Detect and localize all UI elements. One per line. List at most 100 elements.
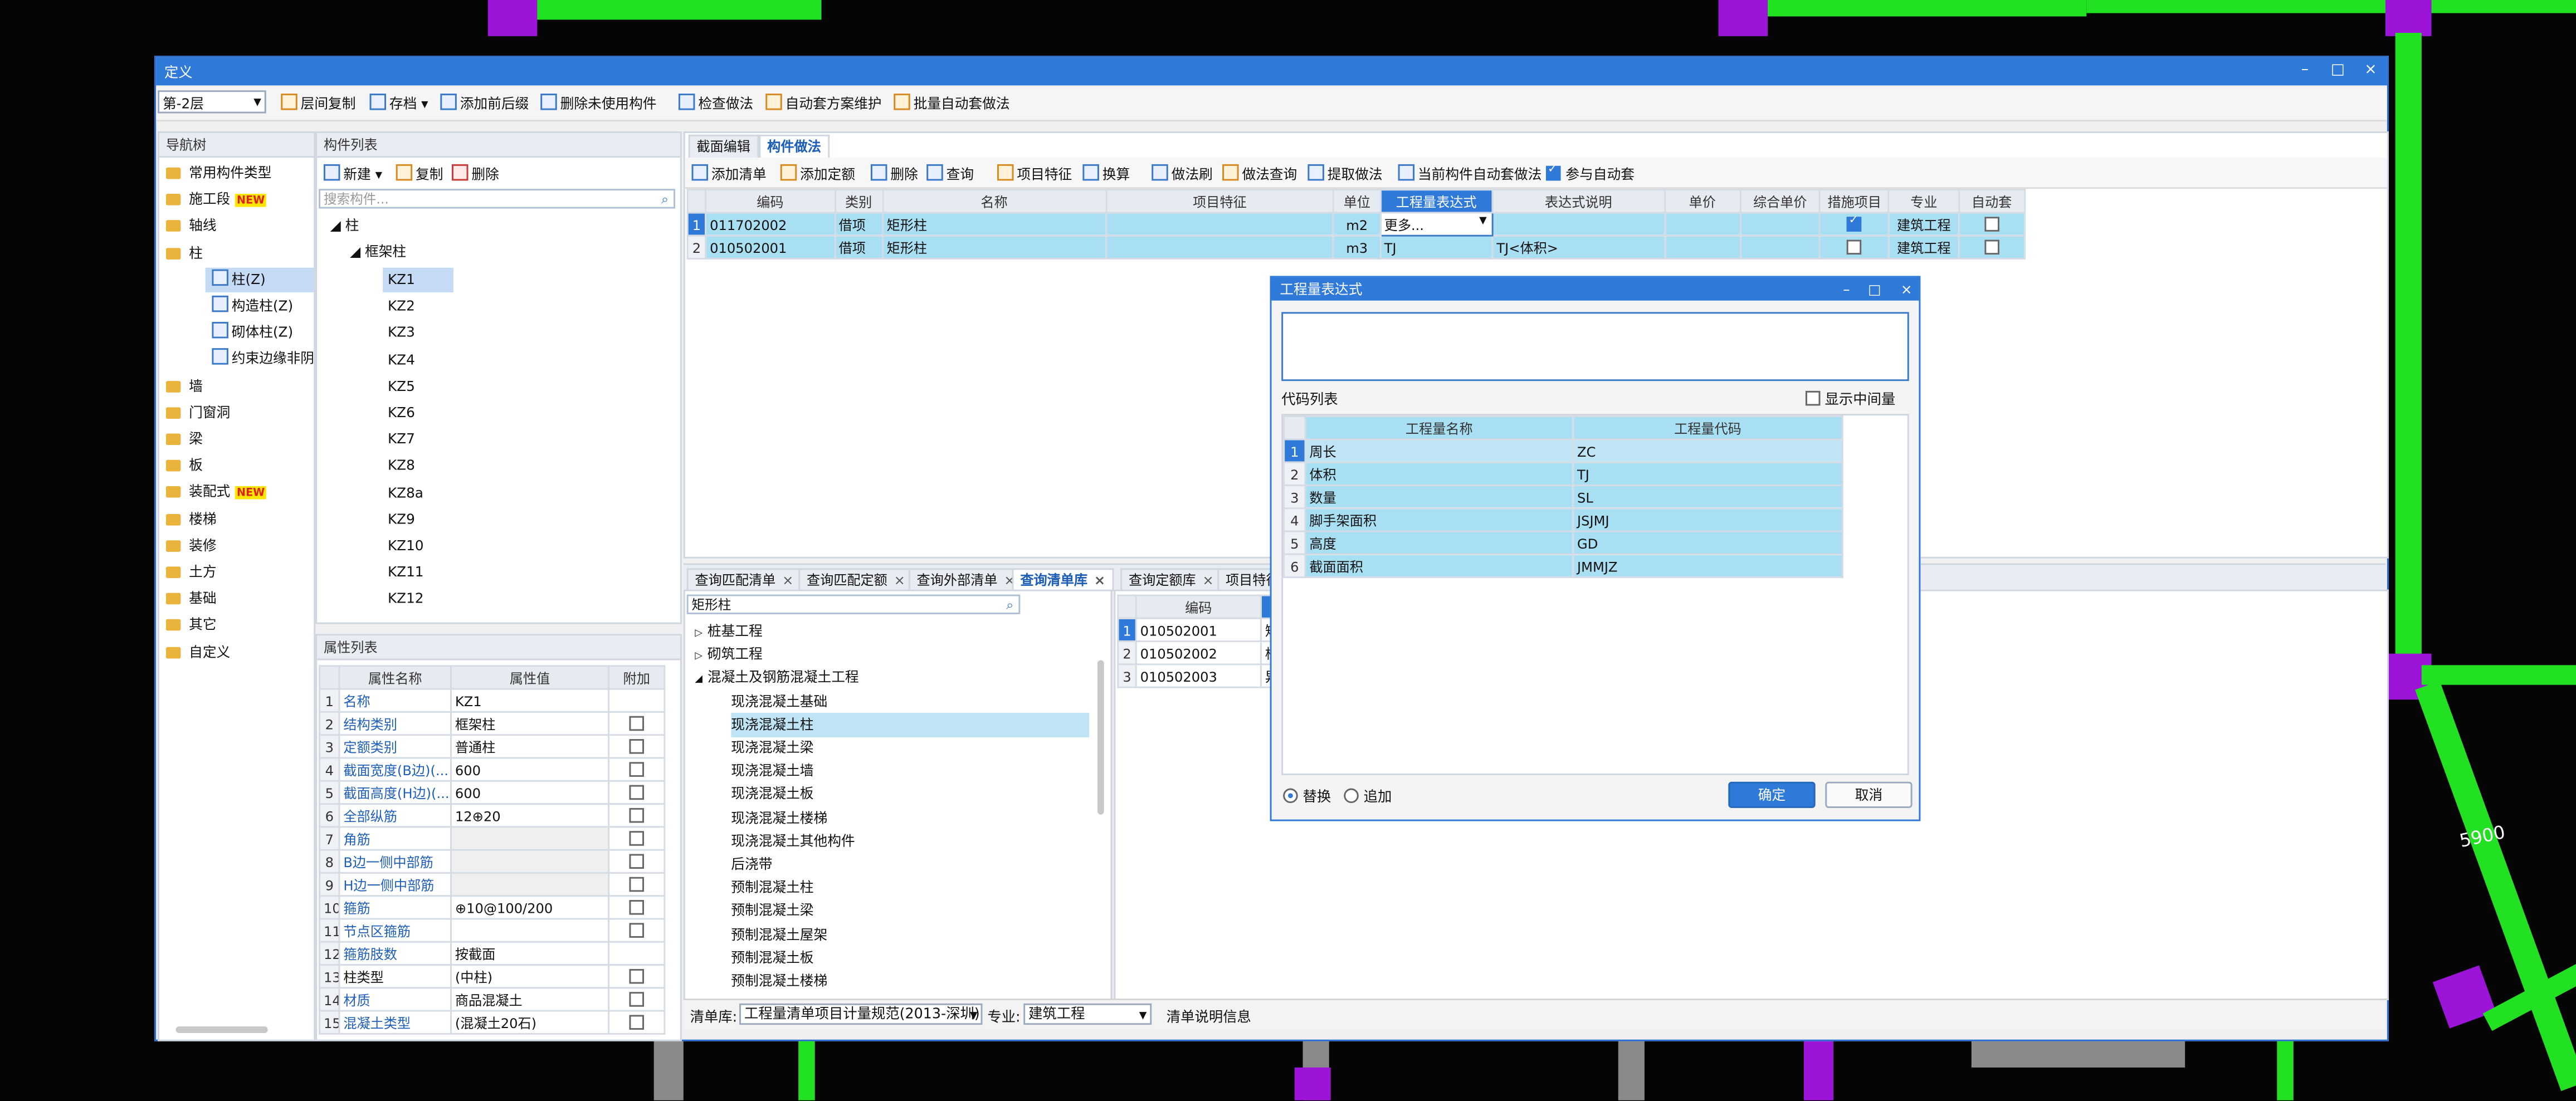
quantity-name[interactable]: 脚手架面积 bbox=[1304, 507, 1574, 532]
quantity-code-row[interactable]: 5 高度 GD bbox=[1283, 530, 1843, 555]
delete-component-button[interactable]: 删除 bbox=[451, 164, 499, 184]
nav-item[interactable]: 约束边缘非阴 bbox=[159, 347, 314, 371]
code-row[interactable]: 1010502001矩 bbox=[1117, 617, 1275, 643]
query-tree-item[interactable]: 现浇混凝土梁 bbox=[731, 736, 813, 760]
quantity-code-row[interactable]: 1 周长 ZC bbox=[1283, 438, 1843, 463]
method-toolbar-button[interactable]: 做法查询 bbox=[1222, 164, 1297, 184]
attach-checkbox[interactable] bbox=[629, 1014, 645, 1029]
method-toolbar-button[interactable]: 项目特征 bbox=[997, 164, 1072, 184]
cell-cprice[interactable] bbox=[1739, 234, 1821, 260]
expression-input[interactable] bbox=[1281, 312, 1909, 381]
cell-expr[interactable]: TJ bbox=[1379, 234, 1494, 260]
dialog-close-button[interactable]: × bbox=[1901, 277, 1913, 300]
cell-auto[interactable] bbox=[1958, 234, 2026, 260]
property-row[interactable]: 6 全部纵筋 12⊕20 bbox=[319, 803, 666, 828]
batch-auto-button[interactable]: 批量自动套做法 bbox=[894, 94, 1010, 113]
tree-root-column[interactable]: ◢ 柱 bbox=[330, 213, 359, 238]
method-row[interactable]: 1011702002借项矩形柱 m2更多... ▼ 建筑工程 bbox=[686, 212, 2026, 237]
cell-desc[interactable] bbox=[1491, 212, 1666, 237]
minimize-button[interactable]: – bbox=[2295, 61, 2315, 80]
method-toolbar-button[interactable]: 参与自动套 bbox=[1546, 163, 1635, 184]
vertical-scrollbar[interactable] bbox=[1097, 660, 1104, 815]
cell-name[interactable]: 矩形柱 bbox=[881, 234, 1107, 260]
query-search-input[interactable]: 矩形柱 ⌕ bbox=[686, 594, 1021, 614]
attach-checkbox[interactable] bbox=[629, 899, 645, 914]
nav-item[interactable]: 墙 bbox=[159, 374, 203, 398]
append-radio[interactable]: 追加 bbox=[1344, 787, 1392, 806]
component-item[interactable]: KZ3 bbox=[383, 321, 453, 345]
property-value[interactable] bbox=[450, 918, 610, 943]
maximize-button[interactable]: □ bbox=[2328, 61, 2348, 80]
property-row[interactable]: 4 截面宽度(B边)(... 600 bbox=[319, 757, 666, 782]
property-row[interactable]: 12 箍筋肢数 按截面 bbox=[319, 941, 666, 966]
property-row[interactable]: 9 H边一侧中部筋 bbox=[319, 872, 666, 897]
attach-checkbox[interactable] bbox=[629, 968, 645, 983]
code-cell[interactable]: 010502002 bbox=[1135, 640, 1262, 666]
nav-item[interactable]: 装修 bbox=[159, 534, 217, 558]
close-tab-icon[interactable]: × bbox=[1094, 571, 1105, 588]
query-tree-item[interactable]: 现浇混凝土基础 bbox=[731, 689, 827, 713]
component-item[interactable]: KZ5 bbox=[383, 374, 453, 399]
quantity-name[interactable]: 体积 bbox=[1304, 461, 1574, 486]
property-value[interactable] bbox=[450, 849, 610, 874]
component-item[interactable]: KZ4 bbox=[383, 348, 453, 372]
component-item[interactable]: KZ8 bbox=[383, 454, 453, 478]
attach-checkbox[interactable] bbox=[629, 830, 645, 845]
close-button[interactable]: × bbox=[2361, 61, 2380, 80]
component-search-input[interactable]: 搜索构件... ⌕ bbox=[319, 189, 676, 209]
nav-item[interactable]: 柱(Z) bbox=[205, 267, 314, 292]
query-tree-item[interactable]: ▷ 桩基工程 bbox=[695, 619, 762, 644]
copy-component-button[interactable]: 复制 bbox=[396, 164, 443, 184]
nav-item[interactable]: 柱 bbox=[159, 241, 203, 265]
cell-feat[interactable] bbox=[1105, 234, 1335, 260]
measure-checkbox[interactable] bbox=[1847, 214, 1862, 231]
nav-item[interactable]: 装配式 NEW bbox=[159, 480, 267, 505]
method-toolbar-button[interactable]: 当前构件自动套做法 bbox=[1398, 164, 1541, 184]
property-value[interactable]: KZ1 bbox=[450, 688, 610, 713]
nav-item[interactable]: 构造柱(Z) bbox=[159, 294, 293, 319]
major-select[interactable]: 建筑工程 ▼ bbox=[1023, 1003, 1152, 1025]
property-value[interactable]: 600 bbox=[450, 757, 610, 782]
component-item[interactable]: KZ10 bbox=[383, 534, 453, 558]
query-tree-item[interactable]: 预制混凝土楼梯 bbox=[731, 969, 827, 994]
attach-checkbox[interactable] bbox=[629, 876, 645, 891]
query-tree-item[interactable]: 现浇混凝土楼梯 bbox=[731, 806, 827, 830]
nav-item[interactable]: 自定义 bbox=[159, 640, 230, 664]
method-toolbar-button[interactable]: 换算 bbox=[1082, 164, 1130, 184]
nav-item[interactable]: 基础 bbox=[159, 586, 217, 611]
method-toolbar-button[interactable]: 查询 bbox=[926, 164, 974, 184]
cell-price[interactable] bbox=[1663, 212, 1741, 237]
cell-major[interactable]: 建筑工程 bbox=[1888, 212, 1960, 237]
tab-section-edit[interactable]: 截面编辑 bbox=[688, 134, 759, 158]
attach-checkbox[interactable] bbox=[629, 761, 645, 776]
method-row[interactable]: 2 010502001 借项 矩形柱 m3 TJ TJ<体积> 建筑工程 bbox=[686, 234, 2026, 260]
property-value[interactable]: 商品混凝土 bbox=[450, 987, 610, 1012]
cell-unit[interactable]: m3 bbox=[1333, 234, 1381, 260]
measure-checkbox[interactable] bbox=[1847, 239, 1862, 254]
nav-item[interactable]: 其它 bbox=[159, 613, 217, 638]
tab-component-method[interactable]: 构件做法 bbox=[759, 134, 830, 158]
attach-checkbox[interactable] bbox=[629, 738, 645, 753]
query-tree-item[interactable]: 预制混凝土柱 bbox=[731, 875, 813, 900]
dialog-minimize-button[interactable]: – bbox=[1843, 277, 1850, 300]
property-row[interactable]: 10 箍筋 ⊕10@100/200 bbox=[319, 895, 666, 920]
cell-auto[interactable] bbox=[1958, 212, 2026, 237]
attach-checkbox[interactable] bbox=[629, 991, 645, 1006]
cell-measure[interactable] bbox=[1818, 212, 1890, 237]
property-row[interactable]: 7 角筋 bbox=[319, 826, 666, 851]
code-row[interactable]: 3010502003异 bbox=[1117, 663, 1275, 688]
attach-checkbox[interactable] bbox=[629, 922, 645, 937]
attach-checkbox[interactable] bbox=[629, 715, 645, 730]
lib-select[interactable]: 工程量清单项目计量规范(2013-深圳) ▼ bbox=[739, 1003, 983, 1025]
quantity-code[interactable]: SL bbox=[1572, 484, 1843, 510]
cell-type[interactable]: 借项 bbox=[833, 212, 884, 237]
component-item[interactable]: KZ11 bbox=[383, 560, 453, 585]
cell-price[interactable] bbox=[1663, 234, 1741, 260]
quantity-code-row[interactable]: 6 截面面积 JMMJZ bbox=[1283, 553, 1843, 579]
query-tree-item[interactable]: 预制混凝土梁 bbox=[731, 899, 813, 923]
cell-code[interactable]: 011702002 bbox=[705, 212, 836, 237]
property-value[interactable]: 按截面 bbox=[450, 941, 610, 966]
property-row[interactable]: 8 B边一侧中部筋 bbox=[319, 849, 666, 874]
query-tree-item[interactable]: 后浇带 bbox=[731, 853, 772, 877]
component-item[interactable]: KZ8a bbox=[383, 481, 453, 505]
